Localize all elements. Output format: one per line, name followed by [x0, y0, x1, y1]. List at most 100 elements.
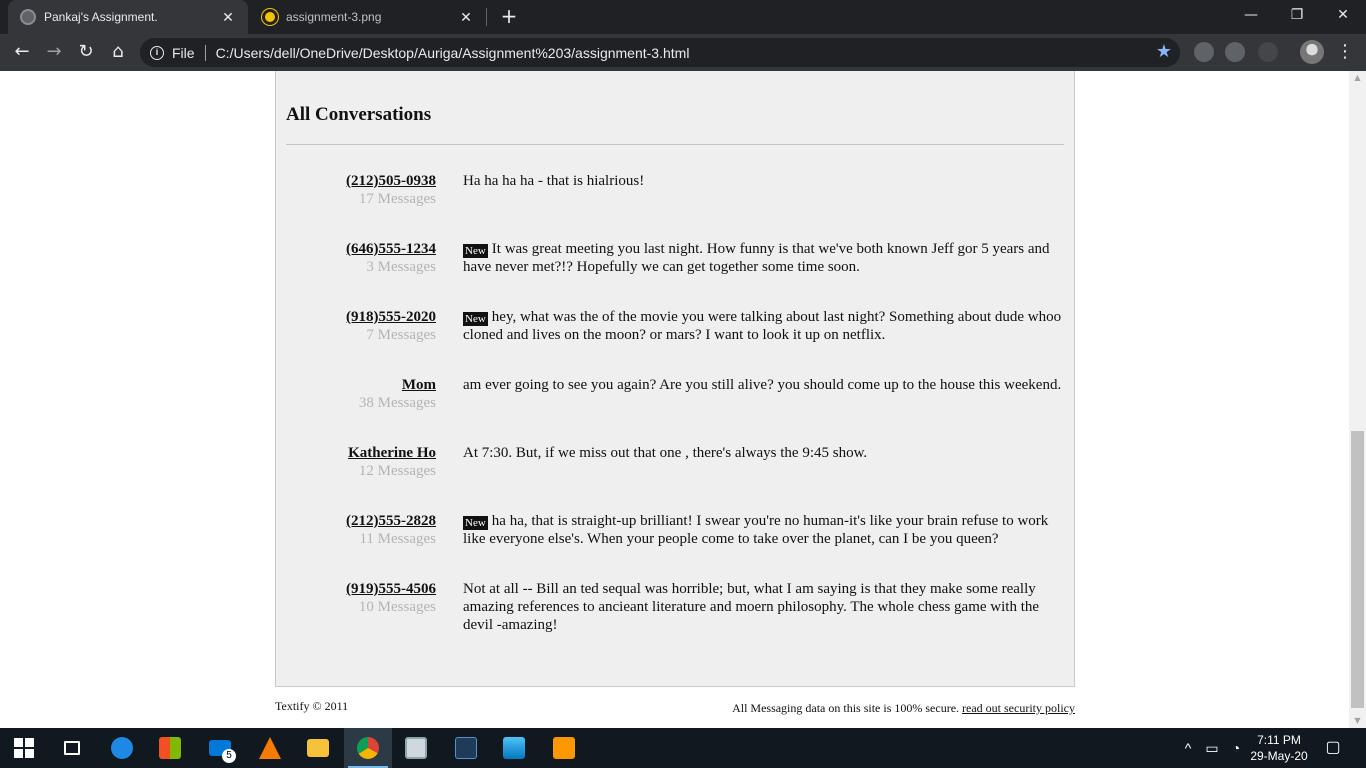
taskbar-app[interactable] [392, 728, 440, 768]
taskbar-edge[interactable] [98, 728, 146, 768]
message-count: 12 Messages [358, 463, 436, 479]
taskbar-clock[interactable]: 7:11 PM 29-May-20 [1244, 732, 1314, 764]
contact-name-link[interactable]: Mom [286, 376, 436, 394]
windows-taskbar: 5 ^ ▭ ◔ 7:11 PM 29-May-20 ▢ [0, 728, 1366, 768]
mail-badge: 5 [222, 749, 236, 763]
tab-assignment-3-png[interactable]: assignment-3.png ✕ [250, 0, 486, 34]
clock-date: 29-May-20 [1250, 749, 1308, 763]
message-preview: Not at all -- Bill an ted sequal was hor… [463, 580, 1064, 634]
start-button[interactable] [0, 728, 48, 768]
store-icon [159, 737, 181, 759]
page-title: All Conversations [286, 104, 432, 125]
bookmark-star-icon[interactable]: ★ [1156, 41, 1172, 62]
contact-name-link[interactable]: (918)555-2020 [286, 308, 436, 326]
info-icon[interactable]: i [150, 45, 164, 60]
message-preview: New hey, what was the of the movie you we… [463, 308, 1064, 344]
page-viewport: All Conversations (212)505-0938 17 Messa… [0, 71, 1349, 728]
vlc-icon [259, 737, 281, 759]
message-text: At 7:30. But, if we miss out that one , … [463, 445, 868, 461]
scroll-down-arrow-icon[interactable]: ▼ [1349, 714, 1366, 728]
message-count: 11 Messages [359, 531, 436, 547]
extension-check-icon[interactable] [1258, 42, 1278, 62]
profile-avatar[interactable] [1300, 40, 1324, 64]
extension-lightbulb-icon[interactable] [1194, 42, 1214, 62]
taskbar-photos[interactable] [490, 728, 538, 768]
message-preview: Ha ha ha ha - that is hialrious! [463, 172, 1064, 190]
taskbar-store[interactable] [146, 728, 194, 768]
contact-name-link[interactable]: (646)555-1234 [286, 240, 436, 258]
message-preview: New It was great meeting you last night. … [463, 240, 1064, 276]
tab-separator [486, 8, 487, 26]
edge-icon [111, 737, 133, 759]
tab-strip: Pankaj's Assignment. ✕ assignment-3.png … [0, 0, 1366, 34]
close-window-button[interactable]: ✕ [1320, 0, 1366, 30]
security-text: All Messaging data on this site is 100% … [732, 701, 960, 715]
scheme-label: File [172, 44, 195, 61]
taskbar-vlc[interactable] [246, 728, 294, 768]
divider [286, 144, 1064, 145]
windows-logo-icon [14, 738, 34, 758]
contact-info: Mom 38 Messages [286, 376, 436, 412]
contact-info: (212)505-0938 17 Messages [286, 172, 436, 208]
scroll-up-arrow-icon[interactable]: ▲ [1349, 71, 1366, 85]
browser-toolbar: ← → ↻ ⌂ i File C:/Users/dell/OneDrive/De… [0, 34, 1366, 71]
message-preview: New ha ha, that is straight-up brilliant!… [463, 512, 1064, 548]
taskbar-sublime[interactable] [540, 728, 588, 768]
home-button[interactable]: ⌂ [104, 38, 132, 66]
taskbar-mail[interactable]: 5 [196, 728, 244, 768]
task-view-button[interactable] [48, 728, 96, 768]
contact-name-link[interactable]: Katherine Ho [286, 444, 436, 462]
contact-name-link[interactable]: (919)555-4506 [286, 580, 436, 598]
wifi-icon[interactable]: ◔ [1226, 728, 1246, 768]
taskbar-network-app[interactable] [442, 728, 490, 768]
close-tab-icon[interactable]: ✕ [220, 9, 236, 26]
message-count: 7 Messages [366, 327, 436, 343]
new-tab-button[interactable]: + [498, 5, 520, 27]
scrollbar-thumb[interactable] [1351, 431, 1364, 708]
browser-menu-icon[interactable]: ⋮ [1336, 38, 1354, 66]
restore-button[interactable]: ❐ [1274, 0, 1320, 30]
new-badge: New [463, 516, 488, 530]
new-badge: New [463, 244, 488, 258]
notifications-icon[interactable]: ▢ [1320, 728, 1346, 768]
message-text: Not at all -- Bill an ted sequal was hor… [463, 581, 1040, 633]
close-tab-icon[interactable]: ✕ [458, 9, 474, 26]
vertical-scrollbar[interactable]: ▲ ▼ [1349, 71, 1366, 728]
folder-icon [307, 739, 329, 757]
image-viewer-icon [262, 9, 278, 25]
contact-name-link[interactable]: (212)555-2828 [286, 512, 436, 530]
message-text: ha ha, that is straight-up brilliant! I … [463, 513, 1049, 547]
contact-info: (212)555-2828 11 Messages [286, 512, 436, 548]
chrome-icon [357, 737, 379, 759]
forward-button[interactable]: → [40, 38, 68, 66]
new-badge: New [463, 312, 488, 326]
sublime-text-icon [553, 737, 575, 759]
taskbar-file-explorer[interactable] [294, 728, 342, 768]
url-text[interactable]: C:/Users/dell/OneDrive/Desktop/Auriga/As… [216, 45, 690, 61]
message-text: Ha ha ha ha - that is hialrious! [463, 173, 645, 189]
message-text: am ever going to see you again? Are you … [463, 377, 1062, 393]
message-count: 38 Messages [358, 395, 436, 411]
back-button[interactable]: ← [8, 38, 36, 66]
tab-title: Pankaj's Assignment. [44, 10, 158, 24]
contact-info: (918)555-2020 7 Messages [286, 308, 436, 344]
network-app-icon [455, 737, 477, 759]
address-bar[interactable]: i File C:/Users/dell/OneDrive/Desktop/Au… [140, 38, 1180, 67]
security-policy-link[interactable]: read out security policy [962, 701, 1075, 715]
tab-title: assignment-3.png [286, 10, 382, 24]
taskbar-chrome[interactable] [344, 728, 392, 768]
minimize-button[interactable]: — [1228, 0, 1274, 30]
contact-name-link[interactable]: (212)505-0938 [286, 172, 436, 190]
message-preview: am ever going to see you again? Are you … [463, 376, 1064, 394]
task-view-icon [64, 741, 80, 755]
extension-drive-icon[interactable] [1225, 42, 1245, 62]
show-hidden-icons-icon[interactable]: ^ [1178, 728, 1198, 768]
message-count: 17 Messages [358, 191, 436, 207]
window-app-icon [405, 737, 427, 759]
reload-button[interactable]: ↻ [72, 38, 100, 66]
message-count: 3 Messages [366, 259, 436, 275]
tab-pankajs-assignment[interactable]: Pankaj's Assignment. ✕ [8, 0, 248, 34]
battery-icon[interactable]: ▭ [1202, 728, 1222, 768]
footer-copyright: Textify © 2011 [275, 699, 349, 713]
clock-time: 7:11 PM [1257, 733, 1301, 747]
